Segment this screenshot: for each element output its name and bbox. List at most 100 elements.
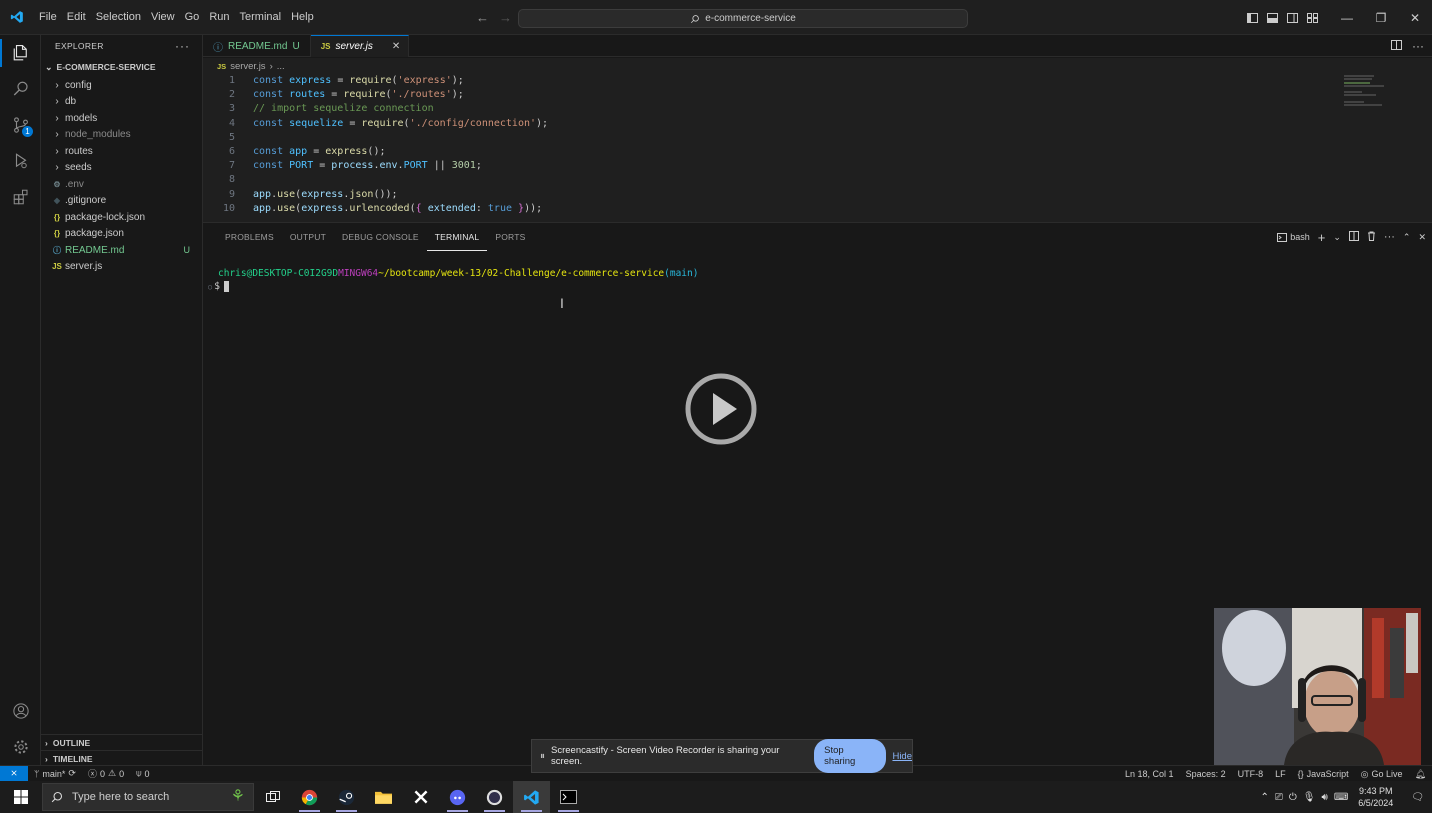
go-live[interactable]: ◎ Go Live — [1355, 769, 1409, 780]
menu-edit[interactable]: Edit — [62, 0, 91, 35]
hide-share-bar-link[interactable]: Hide — [892, 751, 912, 762]
menu-terminal[interactable]: Terminal — [235, 0, 287, 35]
tab-server-js[interactable]: JS server.js ✕ — [310, 35, 410, 57]
ports-status[interactable]: ⍦ 0 — [130, 768, 155, 779]
git-branch-status[interactable]: ᛘ main* ⟳ — [28, 768, 82, 779]
menu-go[interactable]: Go — [180, 0, 205, 35]
discord-icon[interactable] — [439, 781, 476, 813]
maximize-panel-icon[interactable]: ⌃ — [1403, 232, 1411, 243]
close-tab-icon[interactable]: ✕ — [392, 41, 400, 52]
tray-device-icon[interactable]: ⎚ — [1275, 792, 1283, 803]
terminal-output[interactable]: chris@DESKTOP-C0I2G9D MINGW64 ~/bootcamp… — [203, 267, 1432, 293]
more-actions-icon[interactable]: ··· — [1412, 39, 1424, 53]
extensions-icon[interactable] — [0, 179, 41, 215]
tray-steam-icon[interactable]: ⏻ — [1289, 792, 1297, 803]
source-control-icon[interactable]: 1 — [0, 107, 41, 143]
terminal-shell-selector[interactable]: bash — [1277, 232, 1310, 242]
language-mode[interactable]: {} JavaScript — [1292, 769, 1355, 779]
chrome-icon[interactable] — [291, 781, 328, 813]
vscode-taskbar-icon[interactable] — [513, 781, 550, 813]
breadcrumb-more[interactable]: ... — [277, 61, 285, 72]
minimap[interactable] — [1344, 74, 1386, 106]
breadcrumb-file[interactable]: server.js — [230, 61, 265, 72]
file-item[interactable]: ⚙ .env — [41, 176, 202, 193]
obs-icon[interactable] — [476, 781, 513, 813]
customize-layout-icon[interactable] — [1302, 0, 1322, 35]
folder-item[interactable]: › node_modules — [41, 127, 202, 144]
indentation[interactable]: Spaces: 2 — [1180, 769, 1232, 779]
folder-item[interactable]: › seeds — [41, 160, 202, 177]
keyboard-icon[interactable]: ⌨ — [1334, 792, 1348, 803]
terminal-taskbar-icon[interactable] — [550, 781, 587, 813]
forward-arrow-icon[interactable]: → — [499, 10, 512, 25]
new-terminal-icon[interactable]: + — [1318, 230, 1326, 245]
file-item[interactable]: {} package.json — [41, 226, 202, 243]
notifications-bell-icon[interactable]: 🔔︎ — [1409, 769, 1432, 780]
microphone-icon[interactable]: 🎙︎ — [1303, 792, 1316, 803]
notification-center-icon[interactable]: 🗨︎ — [1403, 792, 1432, 803]
trash-icon[interactable] — [1367, 231, 1376, 243]
folder-item[interactable]: › models — [41, 110, 202, 127]
run-debug-icon[interactable] — [0, 143, 41, 179]
cursor-position[interactable]: Ln 18, Col 1 — [1119, 769, 1180, 779]
encoding[interactable]: UTF-8 — [1232, 769, 1270, 779]
menu-selection[interactable]: Selection — [91, 0, 146, 35]
menu-file[interactable]: File — [34, 0, 62, 35]
code-editor[interactable]: 1 const express = require('express'); 2 co… — [203, 74, 1432, 222]
tab-output[interactable]: OUTPUT — [282, 223, 334, 251]
error-count: 0 — [99, 768, 105, 779]
back-arrow-icon[interactable]: ← — [476, 10, 489, 25]
toggle-primary-sidebar-icon[interactable] — [1242, 0, 1262, 35]
file-item[interactable]: ⓘ README.md U — [41, 242, 202, 259]
tray-chevron-up-icon[interactable]: ⌃ — [1260, 792, 1268, 803]
xbox-icon[interactable] — [402, 781, 439, 813]
outline-section[interactable]: › OUTLINE — [41, 734, 203, 750]
tab-terminal[interactable]: TERMINAL — [426, 223, 488, 251]
tab-debug-console[interactable]: DEBUG CONSOLE — [334, 223, 427, 251]
command-center-search[interactable]: e-commerce-service — [518, 9, 968, 28]
file-item[interactable]: JS server.js — [41, 259, 202, 276]
play-icon[interactable] — [685, 373, 757, 445]
end-of-line[interactable]: LF — [1269, 769, 1292, 779]
menu-view[interactable]: View — [146, 0, 180, 35]
folder-item[interactable]: › config — [41, 77, 202, 94]
toggle-panel-icon[interactable] — [1262, 0, 1282, 35]
search-view-icon[interactable] — [0, 71, 41, 107]
explorer-icon[interactable] — [0, 35, 41, 71]
volume-icon[interactable]: 🔊︎ — [1322, 792, 1328, 803]
tab-readme[interactable]: ⓘ README.md U — [203, 35, 311, 57]
problems-status[interactable]: ⓧ 0 ⚠ 0 — [82, 767, 130, 780]
close-panel-icon[interactable]: ✕ — [1418, 232, 1426, 243]
remote-indicator-icon[interactable]: ⨯ — [0, 765, 28, 782]
accounts-icon[interactable] — [0, 693, 41, 729]
tab-ports[interactable]: PORTS — [487, 223, 533, 251]
tab-problems[interactable]: PROBLEMS — [217, 223, 282, 251]
folder-item[interactable]: › db — [41, 94, 202, 111]
timeline-section[interactable]: › TIMELINE — [41, 750, 203, 766]
manage-gear-icon[interactable] — [0, 729, 41, 765]
taskbar-clock[interactable]: 9:43 PM 6/5/2024 — [1354, 785, 1397, 809]
split-terminal-icon[interactable] — [1348, 231, 1359, 243]
chevron-down-icon[interactable]: ⌄ — [1333, 232, 1341, 243]
restore-button[interactable]: ❐ — [1364, 0, 1398, 35]
split-editor-icon[interactable] — [1391, 39, 1402, 53]
taskbar-search-input[interactable]: Type here to search ⚘ — [42, 783, 254, 811]
file-explorer-icon[interactable] — [365, 781, 402, 813]
workspace-folder[interactable]: ⌄ E-COMMERCE-SERVICE — [41, 57, 202, 77]
file-item[interactable]: {} package-lock.json — [41, 209, 202, 226]
close-window-button[interactable]: ✕ — [1398, 0, 1432, 35]
more-actions-icon[interactable]: ··· — [175, 39, 190, 53]
menu-run[interactable]: Run — [204, 0, 234, 35]
file-item[interactable]: ◆ .gitignore — [41, 193, 202, 210]
toggle-secondary-sidebar-icon[interactable] — [1282, 0, 1302, 35]
windows-start-icon[interactable] — [0, 781, 42, 813]
folder-item[interactable]: › routes — [41, 143, 202, 160]
stop-sharing-button[interactable]: Stop sharing — [814, 739, 887, 773]
more-actions-icon[interactable]: ··· — [1384, 231, 1395, 243]
menu-help[interactable]: Help — [286, 0, 319, 35]
drag-handle-icon[interactable]: ⏸ — [540, 751, 545, 762]
task-view-icon[interactable] — [254, 781, 291, 813]
steam-icon[interactable] — [328, 781, 365, 813]
minimize-button[interactable]: — — [1330, 0, 1364, 35]
sync-icon[interactable]: ⟳ — [68, 768, 76, 779]
